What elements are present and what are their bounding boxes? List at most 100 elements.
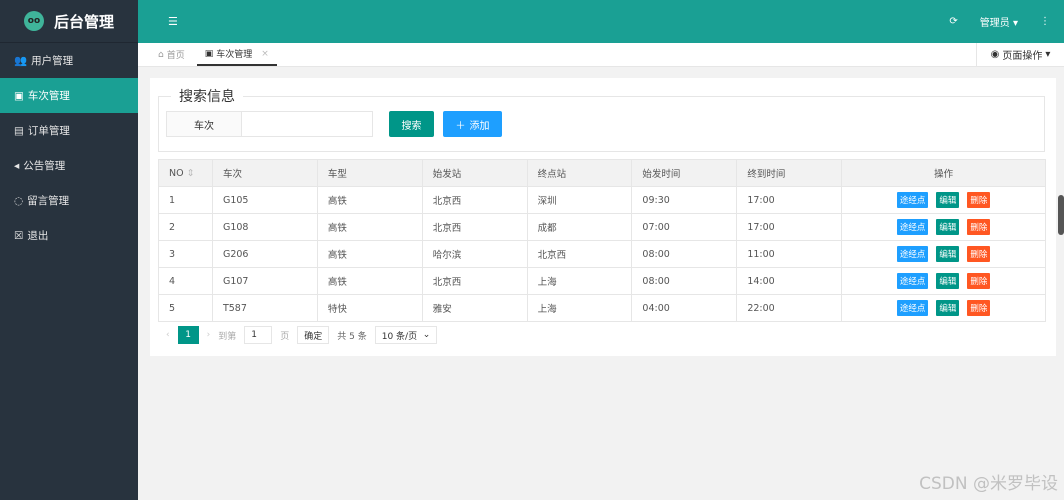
column-header[interactable]: NO ⇕ [158,159,213,187]
table-cell: 深圳 [526,186,633,214]
sidebar-item-2[interactable]: ▤ 订单管理 [0,113,138,148]
page-1[interactable]: 1 [177,326,199,344]
sidebar-item-5[interactable]: ☒ 退出 [0,218,138,253]
column-header: 终点站 [526,159,633,187]
next-page-icon[interactable]: › [207,330,211,340]
table-cell: 哈尔滨 [421,240,528,268]
table-cell: 高铁 [316,186,423,214]
page-operations-dropdown[interactable]: ◉ 页面操作 ▾ [976,43,1064,66]
search-button[interactable]: 搜索 [389,111,434,137]
prev-page-icon[interactable]: ‹ [166,330,170,340]
table-cell: 08:00 [631,240,738,268]
route-stops-button[interactable]: 途经点 [896,192,929,208]
table-cell: G206 [211,240,318,268]
tab-train-management[interactable]: ▣ 车次管理 × [196,43,277,66]
train-icon: ▣ [14,89,24,102]
edit-button[interactable]: 编辑 [936,219,960,235]
content-card: 搜索信息 车次 搜索 ＋添加 NO ⇕ 车次 车型 始发站 终点站 始发时间 终到时间 操作 1… [150,78,1056,356]
delete-button[interactable]: 删除 [967,219,991,235]
edit-button[interactable]: 编辑 [936,246,960,262]
train-icon: ▣ [204,48,214,59]
delete-button[interactable]: 删除 [967,300,991,316]
column-header: 始发站 [421,159,528,187]
sidebar-item-label: 退出 [27,230,49,242]
home-icon: ⌂ [158,49,164,60]
table-cell: G108 [211,213,318,241]
route-stops-button[interactable]: 途经点 [896,273,929,289]
table-cell: 4 [158,267,213,295]
sidebar-item-label: 公告管理 [23,160,66,172]
sidebar-item-label: 留言管理 [27,195,70,207]
delete-button[interactable]: 删除 [967,246,991,262]
table-cell: 雅安 [421,294,528,322]
users-icon: 👥 [14,55,28,67]
column-header: 始发时间 [631,159,738,187]
edit-button[interactable]: 编辑 [936,273,960,289]
table-cell: 特快 [316,294,423,322]
table-cell: 高铁 [316,240,423,268]
search-legend: 搜索信息 [179,89,235,105]
edit-button[interactable]: 编辑 [936,192,960,208]
confirm-button[interactable]: 确定 [297,326,330,344]
plus-icon: ＋ [455,120,466,132]
tab-home[interactable]: ⌂ 首页 [138,43,197,66]
train-table: NO ⇕ 车次 车型 始发站 终点站 始发时间 终到时间 操作 1 G105 高铁 北京西 深圳 09:3… [158,159,1046,322]
user-menu[interactable]: 管理员 ▾ [980,14,1018,29]
table-cell: 3 [158,240,213,268]
speaker-icon: ◂ [14,159,20,172]
sidebar-item-label: 订单管理 [27,125,70,137]
goto-label: 到第 [218,331,237,342]
train-no-label: 车次 [166,111,242,137]
table-row: 1 G105 高铁 北京西 深圳 09:30 17:00 途经点 编辑 删除 [158,186,1046,214]
table-cell: 5 [158,294,213,322]
route-stops-button[interactable]: 途经点 [896,300,929,316]
table-cell: 1 [158,186,213,214]
column-header: 操作 [841,159,1046,187]
route-stops-button[interactable]: 途经点 [896,219,929,235]
table-cell: 上海 [526,294,633,322]
sidebar-item-4[interactable]: ◌ 留言管理 [0,183,138,218]
add-button[interactable]: ＋添加 [443,111,502,137]
table-cell: 11:00 [736,240,843,268]
menu-toggle-icon[interactable]: ☰ [168,15,178,28]
table-cell: G107 [211,267,318,295]
table-cell: 04:00 [631,294,738,322]
edit-button[interactable]: 编辑 [936,300,960,316]
table-cell: 09:30 [631,186,738,214]
table-cell: 17:00 [736,186,843,214]
train-no-input[interactable] [242,111,373,137]
watermark: CSDN @米罗毕设 [919,474,1058,494]
table-cell: 成都 [526,213,633,241]
table-row: 4 G107 高铁 北京西 上海 08:00 14:00 途经点 编辑 删除 [158,267,1046,295]
scrollbar[interactable] [1058,195,1064,235]
table-cell: T587 [211,294,318,322]
table-cell: 07:00 [631,213,738,241]
total-count: 共 5 条 [337,331,367,342]
page-size-select[interactable]: 10 条/页 ⌄ [374,326,438,344]
table-cell: 上海 [526,267,633,295]
sidebar-item-1[interactable]: ▣ 车次管理 [0,78,138,113]
sidebar-item-3[interactable]: ◂ 公告管理 [0,148,138,183]
refresh-icon[interactable]: ⟳ [949,16,957,27]
table-row: 3 G206 高铁 哈尔滨 北京西 08:00 11:00 途经点 编辑 删除 [158,240,1046,268]
table-row: 2 G108 高铁 北京西 成都 07:00 17:00 途经点 编辑 删除 [158,213,1046,241]
table-cell: 17:00 [736,213,843,241]
card-icon: ▤ [14,124,24,137]
table-cell: 北京西 [421,186,528,214]
top-header: ☰ ⟳ 管理员 ▾ ⋮ [138,0,1064,43]
goto-page-input[interactable]: 1 [244,326,273,344]
route-stops-button[interactable]: 途经点 [896,246,929,262]
more-icon[interactable]: ⋮ [1040,16,1050,27]
table-cell: 北京西 [421,267,528,295]
delete-button[interactable]: 删除 [967,273,991,289]
target-icon: ◉ [990,49,1000,60]
close-tab-icon[interactable]: × [261,49,269,59]
sidebar-item-0[interactable]: 👥 用户管理 [0,43,138,78]
logo: oo 后台管理 [0,0,138,43]
sidebar: oo 后台管理 👥 用户管理 ▣ 车次管理 ▤ 订单管理 ◂ 公告管理 ◌ 留言管理 ☒ 退出 [0,0,138,500]
delete-button[interactable]: 删除 [967,192,991,208]
column-header: 终到时间 [736,159,843,187]
pagination: ‹ 1 › 到第 1 页 确定 共 5 条 10 条/页 ⌄ [166,326,438,344]
column-header: 车次 [211,159,318,187]
sidebar-item-label: 用户管理 [31,55,74,67]
